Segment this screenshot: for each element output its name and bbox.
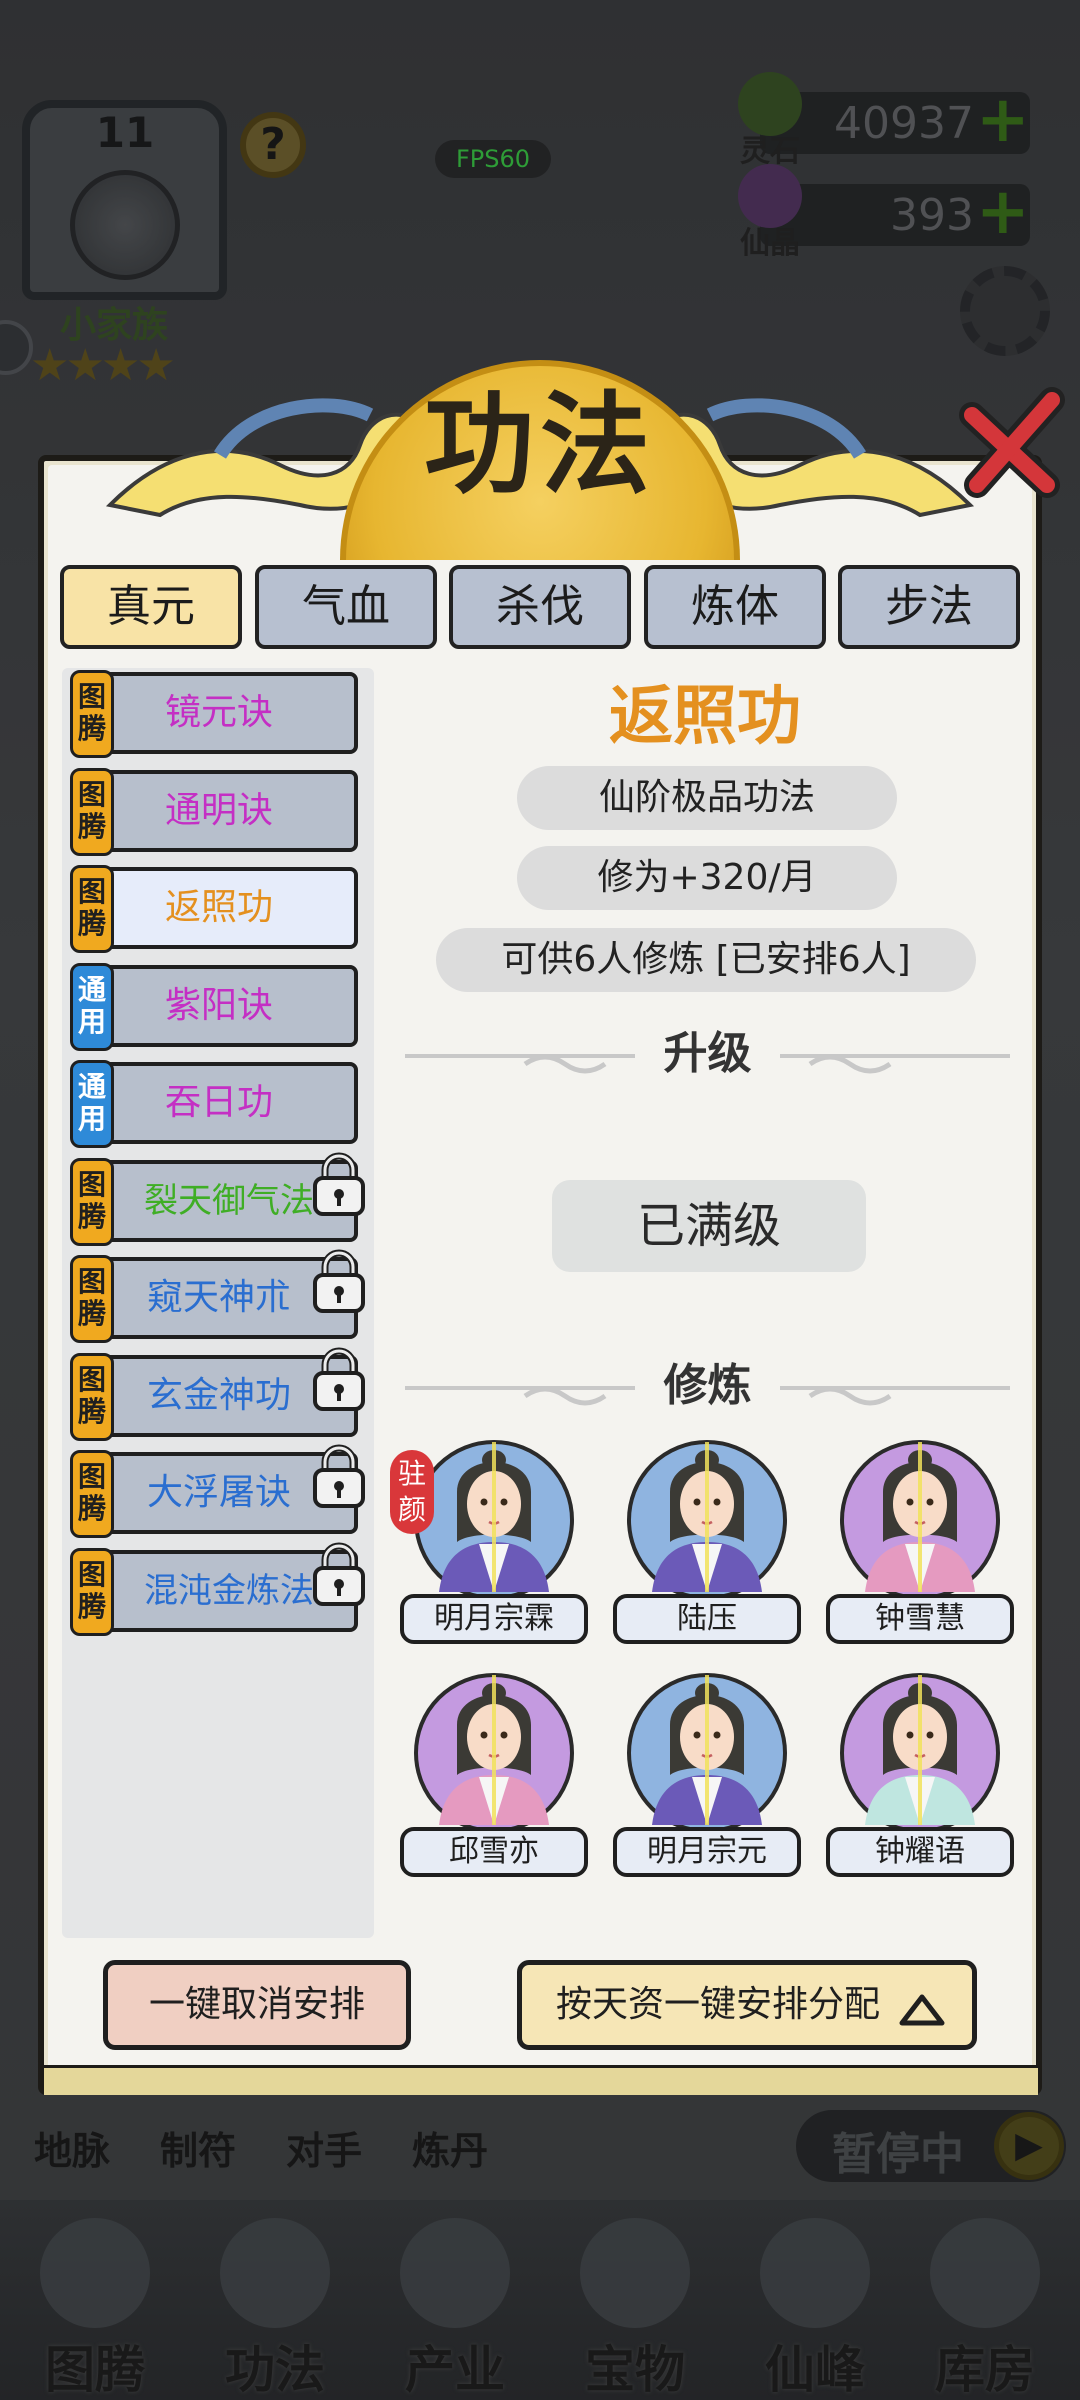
close-icon[interactable] xyxy=(952,385,1072,505)
nav-storehouse[interactable]: 库房 xyxy=(900,2200,1070,2400)
treasure-icon xyxy=(580,2218,690,2328)
quick-alchemy[interactable]: 炼丹 xyxy=(412,2120,488,2175)
tab-lianti[interactable]: 炼体 xyxy=(644,565,826,649)
cultivator-portrait-icon xyxy=(414,1673,574,1833)
technique-capacity: 可供6人修炼 [已安排6人] xyxy=(436,928,976,992)
nav-label: 宝物 xyxy=(585,2341,685,2399)
tab-zhenyuan[interactable]: 真元 xyxy=(60,565,242,649)
technique-item[interactable]: 图 腾通明诀 xyxy=(70,767,358,856)
triangle-up-icon xyxy=(899,1994,945,2026)
quick-earth-vein[interactable]: 地脉 xyxy=(34,2120,110,2175)
nav-totem[interactable]: 图腾 xyxy=(10,2200,180,2400)
cancel-all-button[interactable]: 一键取消安排 xyxy=(103,1960,411,2050)
technique-item[interactable]: 图 腾大浮屠诀 xyxy=(70,1444,365,1538)
add-immortal-crystal-button[interactable]: + xyxy=(976,180,1030,244)
cultivator-name: 钟耀语 xyxy=(826,1827,1014,1877)
quick-actions: 地脉 制符 对手 炼丹 xyxy=(20,2120,560,2180)
training-heading: 修炼 xyxy=(663,1360,752,1411)
dialog-title: 功法 xyxy=(424,381,656,509)
fps-counter: FPS60 xyxy=(435,140,551,178)
nav-label: 仙峰 xyxy=(765,2341,865,2399)
technique-name: 镜元诀 xyxy=(164,692,273,733)
nav-industry[interactable]: 产业 xyxy=(370,2200,540,2400)
clan-rank-number: 11 xyxy=(95,108,155,157)
cultivator-portrait-icon xyxy=(627,1673,787,1833)
resource-label: 仙晶 xyxy=(740,226,800,261)
cultivator-name: 明月宗霖 xyxy=(400,1594,588,1644)
technique-item[interactable]: 图 腾镜元诀 xyxy=(70,670,358,758)
nav-techniques[interactable]: 功法 xyxy=(190,2200,360,2400)
play-icon[interactable]: ▶ xyxy=(994,2112,1064,2180)
cultivator-name: 邱雪亦 xyxy=(400,1827,588,1877)
peak-icon xyxy=(760,2218,870,2328)
nav-label: 库房 xyxy=(935,2341,1035,2399)
technique-title: 返照功 xyxy=(609,680,801,754)
tab-bufa[interactable]: 步法 xyxy=(838,565,1020,649)
nav-label: 产业 xyxy=(405,2341,505,2399)
settings-gear-icon[interactable] xyxy=(960,266,1050,356)
technique-name: 紫阳诀 xyxy=(164,984,273,1026)
lock-icon xyxy=(313,1347,365,1411)
lock-icon xyxy=(313,1444,365,1508)
upgrade-heading: 升级 xyxy=(663,1028,752,1079)
pause-label: 暂停中 xyxy=(832,2129,964,2180)
bottom-nav: 图腾 功法 产业 宝物 仙峰 库房 xyxy=(0,2200,1080,2400)
technique-item[interactable]: 图 腾窥天神朮 xyxy=(70,1249,365,1343)
cultivator-portrait-icon xyxy=(627,1440,787,1600)
cultivator-card[interactable]: 邱雪亦 xyxy=(400,1665,588,1887)
totem-icon xyxy=(40,2218,150,2328)
cultivator-card[interactable]: 钟雪慧 xyxy=(826,1432,1014,1654)
tab-shafa[interactable]: 杀伐 xyxy=(449,565,631,649)
technique-item[interactable]: 通 用吞日功 xyxy=(70,1060,358,1148)
resource-immortal-crystal: 仙晶 393 + xyxy=(738,164,1030,261)
cultivator-portrait-icon xyxy=(414,1440,574,1600)
quick-talisman[interactable]: 制符 xyxy=(160,2120,236,2175)
training-section-header: 修炼 xyxy=(405,1356,1010,1416)
cultivator-card[interactable]: 钟耀语 xyxy=(826,1665,1014,1887)
resource-value: 40937 xyxy=(834,98,974,149)
cultivator-portrait-icon xyxy=(840,1673,1000,1833)
technique-grade: 仙阶极品功法 xyxy=(517,766,897,830)
technique-item[interactable]: 图 腾混沌金炼法 xyxy=(70,1542,365,1636)
auto-assign-label: 按天资一键安排分配 xyxy=(556,1984,881,2025)
lock-icon xyxy=(313,1249,365,1313)
nav-label: 功法 xyxy=(225,2341,325,2399)
tab-qixue[interactable]: 气血 xyxy=(255,565,437,649)
add-spirit-stone-button[interactable]: + xyxy=(976,88,1030,152)
lock-icon xyxy=(313,1542,365,1606)
technique-name: 返照功 xyxy=(164,887,273,928)
max-level-button[interactable]: 已满级 xyxy=(552,1180,866,1272)
clan-emblem-icon xyxy=(70,170,180,280)
technique-item[interactable]: 图 腾玄金神功 xyxy=(70,1347,365,1441)
dialog-bottom-band xyxy=(44,2065,1038,2095)
resource-spirit-stone: 灵石 40937 + xyxy=(738,72,1030,169)
cultivator-card[interactable]: 陆压 xyxy=(613,1432,801,1654)
lock-icon xyxy=(313,1152,365,1216)
technique-item[interactable]: 图 腾返照功 xyxy=(70,865,358,953)
nav-treasure[interactable]: 宝物 xyxy=(550,2200,720,2400)
cultivator-name: 明月宗元 xyxy=(613,1827,801,1877)
resident-tag: 驻颜 xyxy=(390,1450,434,1534)
auto-assign-button[interactable]: 按天资一键安排分配 xyxy=(517,1960,977,2050)
clan-stars: ★★★★ xyxy=(30,340,176,391)
technique-name: 吞日功 xyxy=(164,1082,273,1123)
technique-item[interactable]: 图 腾裂天御气法 xyxy=(70,1152,365,1246)
cultivator-portrait-icon xyxy=(840,1440,1000,1600)
upgrade-section-header: 升级 xyxy=(405,1024,1010,1084)
technique-cultivation-rate: 修为+320/月 xyxy=(517,846,897,910)
nav-label: 图腾 xyxy=(45,2341,145,2399)
cultivator-card[interactable]: 明月宗元 xyxy=(613,1665,801,1887)
technique-item[interactable]: 通 用紫阳诀 xyxy=(70,962,358,1051)
pause-status: 暂停中 ▶ xyxy=(796,2110,1066,2182)
industry-icon xyxy=(400,2218,510,2328)
help-button[interactable]: ? xyxy=(240,112,306,178)
technique-name: 通明诀 xyxy=(164,789,273,831)
techniques-icon xyxy=(220,2218,330,2328)
nav-peak[interactable]: 仙峰 xyxy=(730,2200,900,2400)
storehouse-icon xyxy=(930,2218,1040,2328)
quick-opponent[interactable]: 对手 xyxy=(286,2120,362,2175)
cultivator-name: 钟雪慧 xyxy=(826,1594,1014,1644)
resource-value: 393 xyxy=(890,190,974,241)
cultivator-name: 陆压 xyxy=(613,1594,801,1644)
